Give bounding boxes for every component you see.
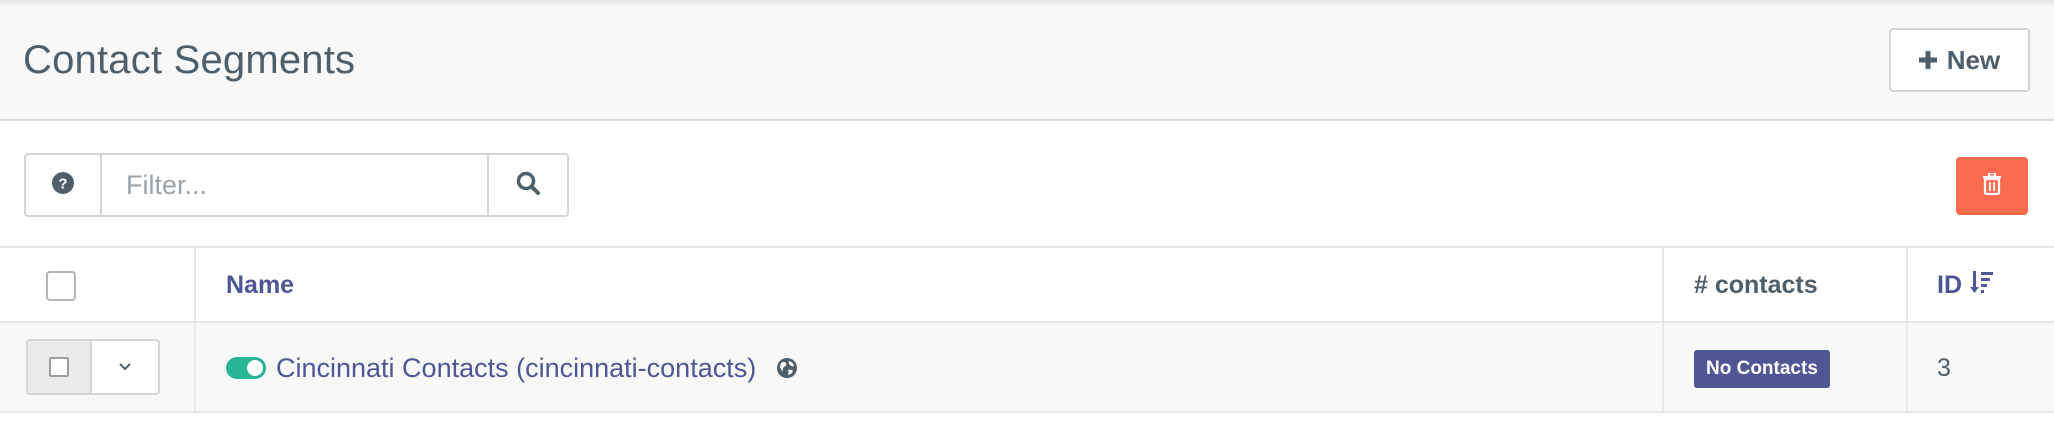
select-all-checkbox[interactable] <box>46 271 76 301</box>
chevron-down-icon <box>118 358 132 376</box>
column-divider <box>194 323 196 411</box>
filter-input[interactable] <box>102 155 487 215</box>
new-button-label: New <box>1946 44 2001 75</box>
row-checkbox[interactable] <box>49 357 69 377</box>
page-header: Contact Segments New <box>0 6 2054 121</box>
column-divider <box>1906 248 1908 321</box>
column-divider <box>1662 248 1664 321</box>
column-divider <box>1662 323 1664 411</box>
segment-name-cell: Cincinnati Contacts (cincinnati-contacts… <box>226 323 798 413</box>
column-divider <box>194 248 196 321</box>
table-header: Name # contacts ID <box>0 248 2054 323</box>
row-actions-dropdown[interactable] <box>92 341 158 393</box>
trash-icon <box>1983 171 2001 200</box>
segment-name-link[interactable]: Cincinnati Contacts (cincinnati-contacts… <box>276 353 756 384</box>
batch-delete-button[interactable] <box>1956 157 2028 215</box>
question-circle-icon: ? <box>52 171 74 199</box>
new-segment-button[interactable]: New <box>1889 28 2030 92</box>
contacts-count-badge[interactable]: No Contacts <box>1694 350 1830 388</box>
globe-icon <box>776 357 798 379</box>
table-row: Cincinnati Contacts (cincinnati-contacts… <box>0 323 2054 413</box>
published-toggle[interactable] <box>226 357 266 379</box>
search-button[interactable] <box>487 155 567 215</box>
column-header-id[interactable]: ID <box>1937 248 1994 323</box>
segments-table: Name # contacts ID Cincinnati Contacts (… <box>0 248 2054 413</box>
toggle-knob <box>247 360 263 376</box>
column-header-contacts[interactable]: # contacts <box>1694 248 1818 323</box>
filter-group: ? <box>24 153 569 217</box>
sort-amount-down-icon <box>1970 269 1994 302</box>
svg-text:?: ? <box>58 175 67 192</box>
page-title: Contact Segments <box>23 38 356 82</box>
column-header-id-label: ID <box>1937 271 1962 299</box>
row-checkbox-cell <box>28 341 92 393</box>
column-header-name[interactable]: Name <box>226 248 294 323</box>
column-divider <box>1906 323 1908 411</box>
plus-icon <box>1918 51 1937 69</box>
search-icon <box>515 170 541 201</box>
segment-id: 3 <box>1937 353 1951 382</box>
filter-help-button[interactable]: ? <box>26 155 102 215</box>
list-toolbar: ? <box>0 121 2054 248</box>
row-actions-group <box>26 339 160 395</box>
